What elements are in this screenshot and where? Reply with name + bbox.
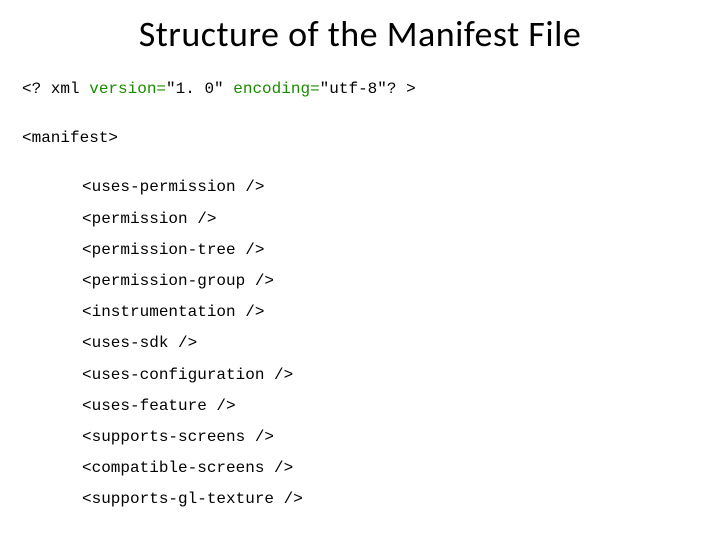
blank-line: [22, 105, 660, 123]
code-block: <? xml version="1. 0" encoding="utf-8"? …: [22, 74, 660, 520]
slide-title: Structure of the Manifest File: [0, 12, 720, 56]
child-tag: <supports-gl-texture />: [22, 484, 660, 515]
child-tag: <uses-sdk />: [22, 328, 660, 359]
child-tag: <uses-feature />: [22, 391, 660, 422]
xml-decl-close: ? >: [387, 80, 416, 98]
xml-decl-version-attr: version=: [89, 80, 166, 98]
xml-declaration-line: <? xml version="1. 0" encoding="utf-8"? …: [22, 74, 660, 105]
xml-decl-version-val: "1. 0": [166, 80, 233, 98]
child-tag: <permission />: [22, 204, 660, 235]
child-tag: <uses-configuration />: [22, 360, 660, 391]
xml-decl-encoding-val: "utf-8": [320, 80, 387, 98]
child-tag: <permission-tree />: [22, 235, 660, 266]
xml-decl-encoding-attr: encoding=: [233, 80, 319, 98]
manifest-open-tag: <manifest>: [22, 123, 660, 154]
xml-decl-open: <? xml: [22, 80, 89, 98]
child-tag: <instrumentation />: [22, 297, 660, 328]
child-tag: <uses-permission />: [22, 172, 660, 203]
child-tag: <compatible-screens />: [22, 453, 660, 484]
child-tag: <permission-group />: [22, 266, 660, 297]
blank-line: [22, 154, 660, 172]
child-tag: <supports-screens />: [22, 422, 660, 453]
slide: Structure of the Manifest File <? xml ve…: [0, 0, 720, 540]
